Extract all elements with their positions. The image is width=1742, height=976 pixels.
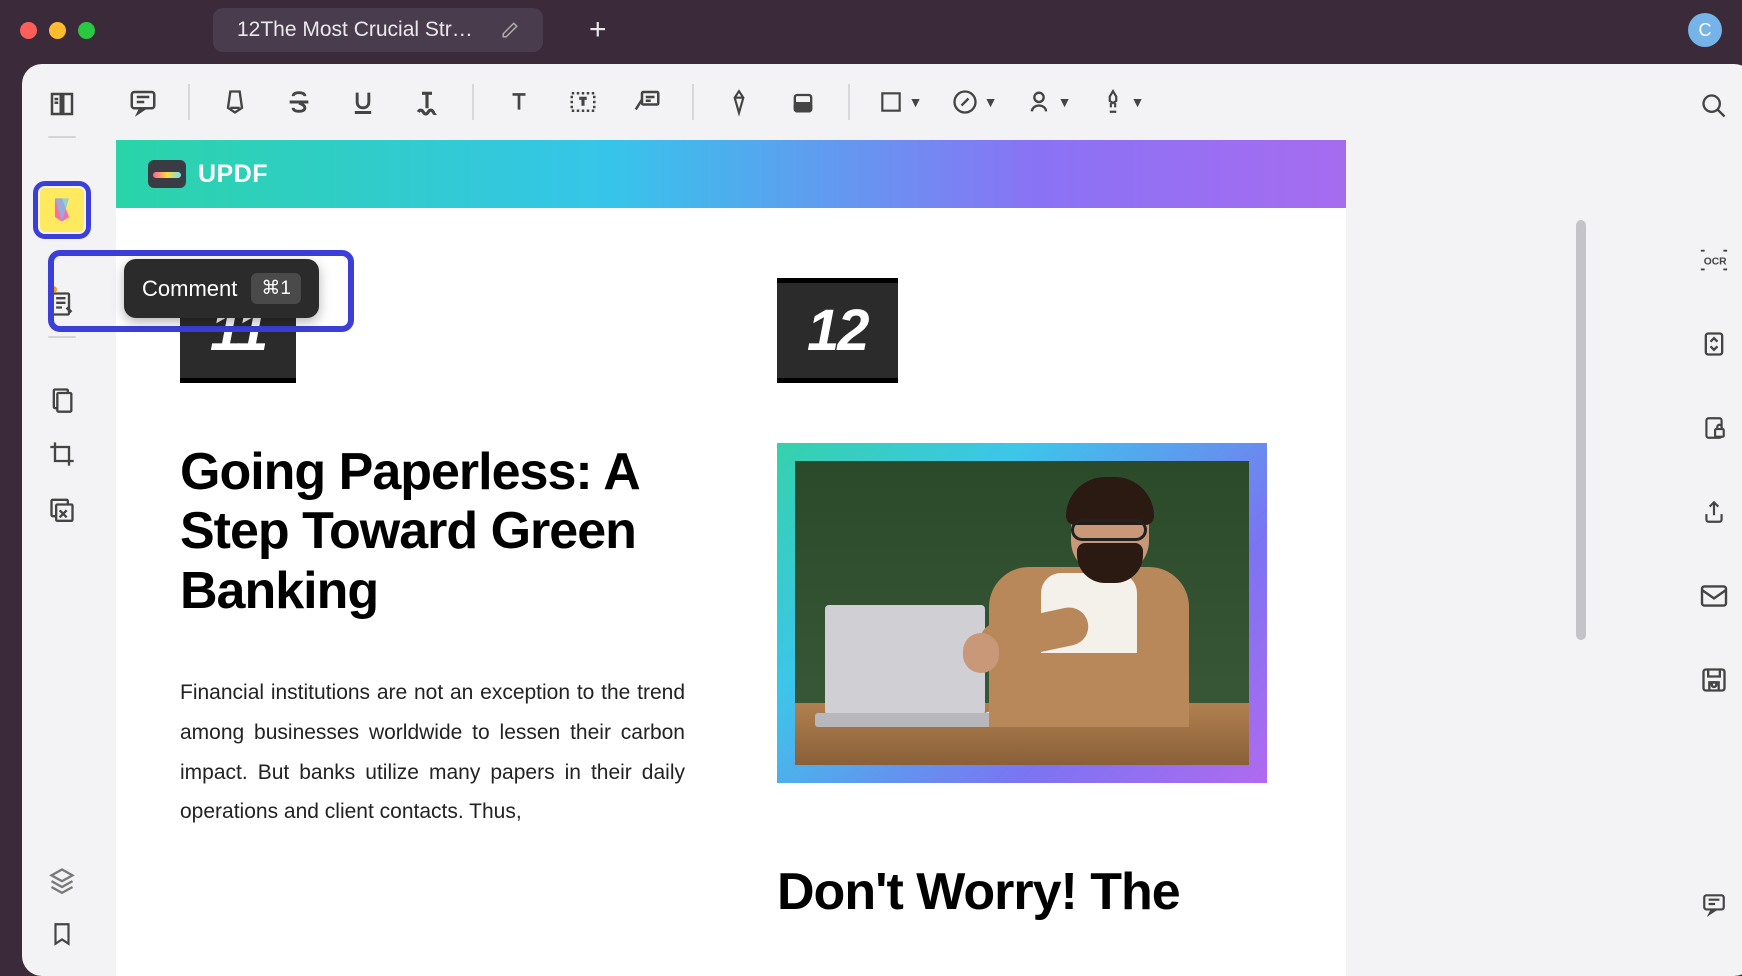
- comment-panel-button[interactable]: [1692, 882, 1736, 926]
- rail-indicator-dot: [50, 286, 57, 293]
- tab-title: 12The Most Crucial Strategies for...: [237, 18, 483, 42]
- highlight-button[interactable]: [206, 76, 264, 128]
- layers-button[interactable]: [40, 858, 84, 902]
- strikethrough-button[interactable]: [270, 76, 328, 128]
- chevron-down-icon: ▼: [984, 94, 998, 110]
- bookmark-button[interactable]: [40, 912, 84, 956]
- email-button[interactable]: [1692, 574, 1736, 618]
- separator: [692, 84, 694, 120]
- comment-mode-button[interactable]: [40, 188, 84, 232]
- traffic-lights: [20, 22, 95, 39]
- stamp-dropdown[interactable]: ▼: [940, 76, 1008, 128]
- close-window-button[interactable]: [20, 22, 37, 39]
- edit-icon[interactable]: [501, 21, 519, 39]
- article-image-frame: [777, 443, 1267, 783]
- page-viewport[interactable]: UPDF 11 Going Paperless: A Step Toward G…: [102, 140, 1674, 976]
- right-column: 12: [777, 278, 1282, 974]
- user-avatar[interactable]: C: [1688, 13, 1722, 47]
- squiggly-button[interactable]: [398, 76, 456, 128]
- article-paragraph: Financial institutions are not an except…: [180, 673, 685, 833]
- edit-mode-button[interactable]: [40, 282, 84, 326]
- chevron-down-icon: ▼: [909, 94, 923, 110]
- brand-banner: UPDF: [116, 140, 1346, 208]
- ocr-button[interactable]: OCR: [1692, 238, 1736, 282]
- reader-mode-button[interactable]: [40, 82, 84, 126]
- left-sidebar: [22, 64, 102, 976]
- page-content: 11 Going Paperless: A Step Toward Green …: [116, 208, 1346, 974]
- zoom-window-button[interactable]: [78, 22, 95, 39]
- avatar-letter: C: [1699, 20, 1712, 41]
- document-tab[interactable]: 12The Most Crucial Strategies for...: [213, 8, 543, 52]
- share-button[interactable]: [1692, 490, 1736, 534]
- app-frame: Comment ⌘1: [22, 64, 1742, 976]
- signature-dropdown[interactable]: ▼: [1014, 76, 1082, 128]
- callout-button[interactable]: [618, 76, 676, 128]
- separator: [188, 84, 190, 120]
- text-button[interactable]: [490, 76, 548, 128]
- sticky-note-button[interactable]: [114, 76, 172, 128]
- right-sidebar: OCR: [1674, 64, 1742, 976]
- pencil-button[interactable]: [710, 76, 768, 128]
- window-titlebar: 12The Most Crucial Strategies for... + C: [0, 0, 1742, 60]
- underline-button[interactable]: [334, 76, 392, 128]
- chevron-down-icon: ▼: [1131, 94, 1145, 110]
- protect-button[interactable]: [1692, 406, 1736, 450]
- main-area: ▼ ▼ ▼ ▼ UPDF: [102, 64, 1674, 976]
- divider: [48, 336, 76, 338]
- page-number-right: 12: [777, 278, 898, 383]
- annotation-toolbar: ▼ ▼ ▼ ▼: [102, 64, 1674, 140]
- vertical-scrollbar[interactable]: [1576, 220, 1586, 640]
- convert-button[interactable]: [1692, 322, 1736, 366]
- shape-dropdown[interactable]: ▼: [866, 76, 934, 128]
- article-heading-right: Don't Worry! The: [777, 863, 1282, 922]
- save-button[interactable]: [1692, 658, 1736, 702]
- svg-text:OCR: OCR: [1704, 257, 1727, 268]
- search-button[interactable]: [1692, 84, 1736, 128]
- comment-tooltip: Comment ⌘1: [124, 259, 319, 318]
- brand-name: UPDF: [198, 160, 268, 189]
- article-image: [795, 461, 1249, 765]
- chevron-down-icon: ▼: [1058, 94, 1072, 110]
- attachment-dropdown[interactable]: ▼: [1088, 76, 1156, 128]
- article-heading-left: Going Paperless: A Step Toward Green Ban…: [180, 443, 685, 621]
- left-column: 11 Going Paperless: A Step Toward Green …: [180, 278, 685, 974]
- new-tab-button[interactable]: +: [589, 13, 607, 47]
- tooltip-label: Comment: [142, 276, 237, 302]
- organize-pages-button[interactable]: [40, 378, 84, 422]
- divider: [48, 136, 76, 138]
- updf-logo-icon: [148, 160, 186, 188]
- redact-button[interactable]: [40, 486, 84, 530]
- crop-button[interactable]: [40, 432, 84, 476]
- separator: [472, 84, 474, 120]
- tooltip-shortcut: ⌘1: [251, 273, 301, 304]
- eraser-button[interactable]: [774, 76, 832, 128]
- minimize-window-button[interactable]: [49, 22, 66, 39]
- textbox-button[interactable]: [554, 76, 612, 128]
- separator: [848, 84, 850, 120]
